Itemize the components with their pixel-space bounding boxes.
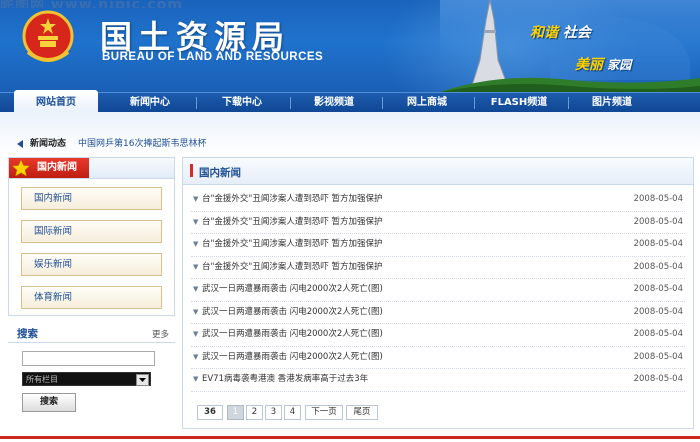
news-title-link[interactable]: 台"金援外交"丑闻涉案人遭到恐吓 暂方加强保护 [202, 189, 383, 211]
list-item[interactable]: ▼ 武汉一日两遭暴雨袭击 闪电2000次2人死亡(图) 2008-05-04 [191, 302, 685, 324]
nav-flash-channel[interactable]: FLASH频道 [476, 93, 562, 113]
bullet-icon: ▼ [193, 217, 199, 226]
ticker-arrow-icon [17, 140, 23, 148]
search-box-header: 搜索 更多 [8, 324, 175, 343]
news-title-link[interactable]: 台"金援外交"丑闻涉案人遭到恐吓 暂方加强保护 [202, 212, 383, 234]
banner-graphic [440, 0, 700, 92]
list-item[interactable]: ▼ 武汉一日两遭暴雨袭击 闪电2000次2人死亡(图) 2008-05-04 [191, 279, 685, 302]
star-icon [12, 160, 30, 176]
news-panel: 国内新闻 ▼ 台"金援外交"丑闻涉案人遭到恐吓 暂方加强保护 2008-05-04 … [182, 157, 694, 429]
pagination-page-2[interactable]: 2 [246, 405, 263, 420]
news-title-link[interactable]: 武汉一日两遭暴雨袭击 闪电2000次2人死亡(图) [202, 302, 383, 324]
nav-online-store[interactable]: 网上商城 [385, 93, 469, 113]
column-select[interactable]: 所有栏目 [22, 372, 151, 386]
news-date: 2008-05-04 [633, 306, 683, 317]
nav-news-center[interactable]: 新闻中心 [108, 93, 192, 113]
nav-video-channel[interactable]: 影视频道 [292, 93, 376, 113]
category-box-header: 国内新闻 [8, 157, 175, 179]
list-item[interactable]: ▼ 台"金援外交"丑闻涉案人遭到恐吓 暂方加强保护 2008-05-04 [191, 234, 685, 257]
list-item[interactable]: ▼ 武汉一日两遭暴雨袭击 闪电2000次2人死亡(图) 2008-05-04 [191, 347, 685, 369]
nav-download-center[interactable]: 下载中心 [200, 93, 284, 113]
footer-divider [0, 436, 700, 439]
left-sidebar: 国内新闻 国内新闻 国际新闻 娱乐新闻 体育新闻 搜索 更多 所有栏目 搜索 [8, 157, 175, 412]
chevron-down-icon[interactable] [136, 374, 149, 386]
bullet-icon: ▼ [193, 307, 199, 316]
nav-separator [196, 97, 197, 109]
nav-home[interactable]: 网站首页 [14, 90, 98, 113]
pagination-page-3[interactable]: 3 [265, 405, 282, 420]
news-date: 2008-05-04 [633, 239, 683, 249]
news-title-link[interactable]: 武汉一日两遭暴雨袭击 闪电2000次2人死亡(图) [202, 279, 383, 301]
header-accent-bar [190, 164, 193, 177]
bullet-icon: ▼ [193, 195, 199, 203]
bullet-icon: ▼ [193, 352, 199, 361]
pagination-page-4[interactable]: 4 [284, 405, 301, 420]
bullet-icon: ▼ [193, 330, 199, 338]
list-item[interactable]: ▼ EV71病毒袭粤港澳 香港发病率高于过去3年 2008-05-04 [191, 369, 685, 392]
category-tab[interactable]: 国内新闻 [9, 158, 89, 178]
national-emblem-icon [22, 10, 74, 62]
site-header: 国土资源局 BUREAU OF LAND AND RESOURCES 和谐 社会… [0, 0, 700, 92]
bullet-icon: ▼ [193, 262, 199, 271]
category-international-news[interactable]: 国际新闻 [21, 220, 162, 243]
search-button[interactable]: 搜索 [22, 393, 76, 412]
nav-separator [382, 97, 383, 109]
list-item[interactable]: ▼ 武汉一日两遭暴雨袭击 闪电2000次2人死亡(图) 2008-05-04 [191, 324, 685, 347]
news-title-link[interactable]: 武汉一日两遭暴雨袭击 闪电2000次2人死亡(图) [202, 347, 383, 369]
news-title-link[interactable]: 台"金援外交"丑闻涉案人遭到恐吓 暂方加强保护 [202, 234, 383, 256]
news-panel-header: 国内新闻 [183, 158, 693, 185]
search-title: 搜索 [17, 328, 38, 340]
nav-photo-channel[interactable]: 图片频道 [570, 93, 654, 113]
news-date: 2008-05-04 [633, 261, 683, 272]
nav-separator [474, 97, 475, 109]
category-domestic-news[interactable]: 国内新闻 [21, 187, 162, 210]
list-item[interactable]: ▼ 台"金援外交"丑闻涉案人遭到恐吓 暂方加强保护 2008-05-04 [191, 212, 685, 234]
bullet-icon: ▼ [193, 240, 199, 248]
news-date: 2008-05-04 [633, 351, 683, 362]
category-sports-news[interactable]: 体育新闻 [21, 286, 162, 309]
list-item[interactable]: ▼ 台"金援外交"丑闻涉案人遭到恐吓 暂方加强保护 2008-05-04 [191, 189, 685, 212]
pagination-next[interactable]: 下一页 [305, 405, 343, 420]
news-date: 2008-05-04 [633, 329, 683, 339]
watermark-text: 昵图网 www.nipic.com [0, 0, 183, 8]
news-panel-title: 国内新闻 [199, 167, 241, 179]
bullet-icon: ▼ [193, 285, 199, 293]
pagination-total: 36 [197, 405, 223, 420]
slogan-line-1: 和谐 社会 [530, 25, 591, 41]
nav-separator [568, 97, 569, 109]
category-tab-label: 国内新闻 [37, 162, 77, 173]
nav-separator [290, 97, 291, 109]
category-entertainment-news[interactable]: 娱乐新闻 [21, 253, 162, 276]
pagination-last[interactable]: 尾页 [346, 405, 378, 420]
news-title-link[interactable]: EV71病毒袭粤港澳 香港发病率高于过去3年 [202, 369, 368, 391]
column-select-value: 所有栏目 [26, 375, 58, 384]
news-ticker-bar: 新闻动态 中国网乒第16次捧起斯韦思林杯 [0, 112, 700, 154]
pagination-page-1[interactable]: 1 [227, 405, 244, 420]
news-list: ▼ 台"金援外交"丑闻涉案人遭到恐吓 暂方加强保护 2008-05-04 ▼ 台"金援… [183, 185, 693, 392]
ticker-headline-link[interactable]: 中国网乒第16次捧起斯韦思林杯 [78, 136, 206, 149]
site-subtitle: BUREAU OF LAND AND RESOURCES [102, 51, 324, 63]
news-date: 2008-05-04 [633, 216, 683, 227]
news-date: 2008-05-04 [633, 284, 683, 294]
bullet-icon: ▼ [193, 375, 199, 383]
news-title-link[interactable]: 台"金援外交"丑闻涉案人遭到恐吓 暂方加强保护 [202, 257, 383, 279]
news-title-link[interactable]: 武汉一日两遭暴雨袭击 闪电2000次2人死亡(图) [202, 324, 383, 346]
main-nav: 网站首页 新闻中心 下载中心 影视频道 网上商城 FLASH频道 图片频道 [0, 90, 700, 113]
search-more-link[interactable]: 更多 [152, 328, 169, 340]
category-list: 国内新闻 国际新闻 娱乐新闻 体育新闻 [8, 179, 175, 316]
ticker-label: 新闻动态 [30, 139, 67, 149]
search-form: 所有栏目 搜索 [8, 343, 175, 412]
slogan-line-2: 美丽 家园 [575, 57, 632, 73]
news-date: 2008-05-04 [633, 194, 683, 204]
news-date: 2008-05-04 [633, 374, 683, 384]
search-input[interactable] [22, 351, 155, 366]
list-item[interactable]: ▼ 台"金援外交"丑闻涉案人遭到恐吓 暂方加强保护 2008-05-04 [191, 257, 685, 279]
